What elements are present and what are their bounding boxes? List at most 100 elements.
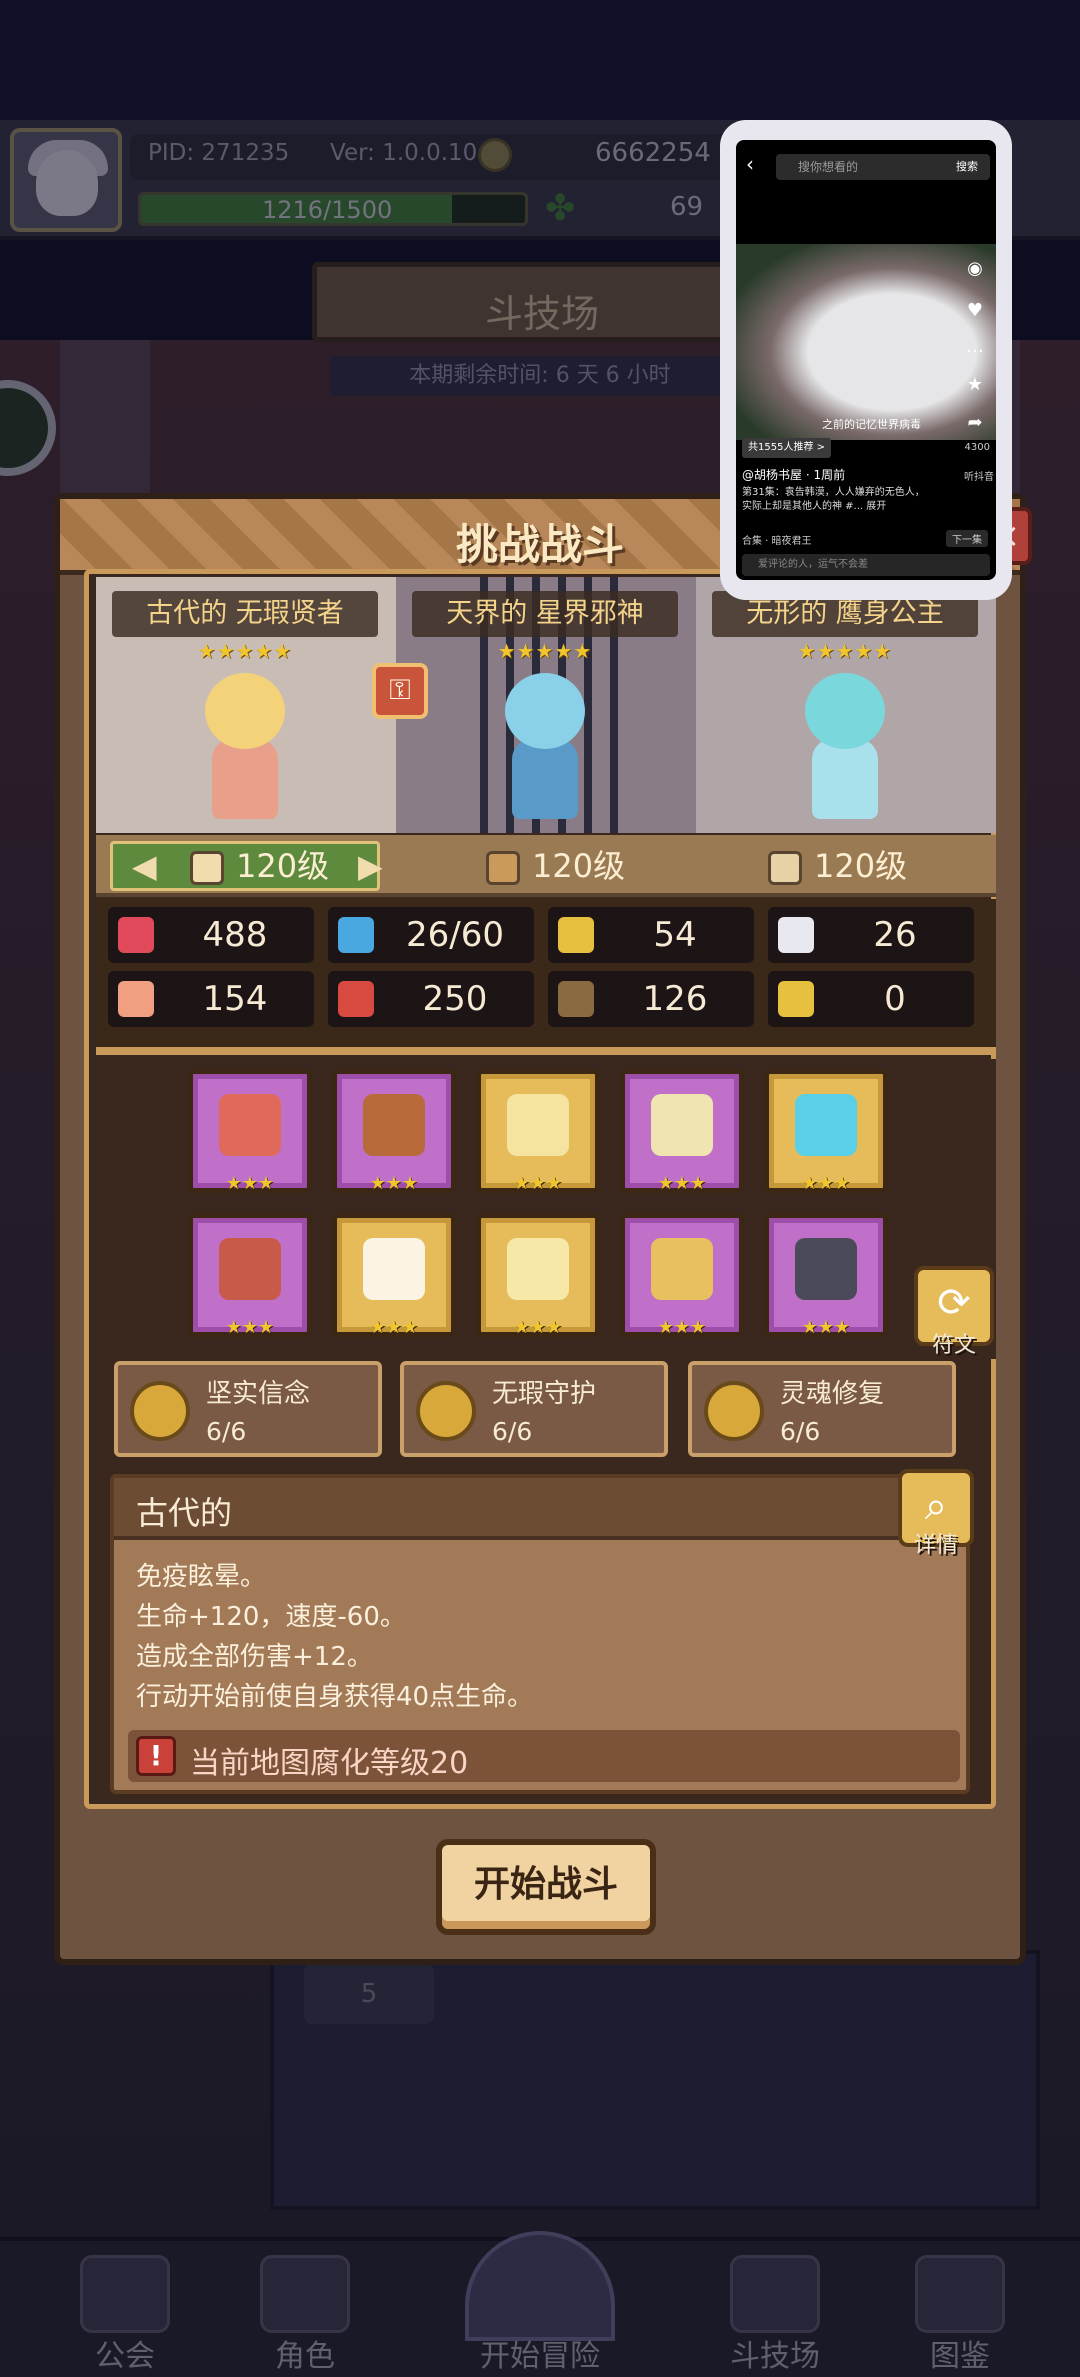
wings-icon [363,1238,425,1300]
skill-slot[interactable]: 灵魂修复 6/6 [688,1361,956,1457]
equipment-slot[interactable]: ★★★ [332,1213,456,1338]
unit-name: 天界的 星界邪神 [412,591,678,637]
trait-line: 造成全部伤害+12。 [136,1642,373,1672]
helmet-icon [651,1094,713,1156]
lock-icon[interactable]: ⚿ [372,663,428,719]
start-battle-button[interactable]: 开始战斗 [436,1839,656,1935]
trait-description-box: 古代的 免疫眩晕。 生命+120，速度-60。 造成全部伤害+12。 行动开始前… [110,1474,970,1794]
skill-coin-icon [130,1381,190,1441]
skill-count: 6/6 [206,1417,247,1446]
video-frame[interactable] [736,244,996,440]
unit-stars: ★★★★★ [797,639,893,663]
equipment-slot[interactable]: ★★★ [476,1213,600,1338]
skill-coin-icon [704,1381,764,1441]
fist-icon [118,981,154,1017]
equipment-slot[interactable]: ★★★ [188,1069,312,1194]
skill-name: 无瑕守护 [492,1379,597,1409]
enemy-unit[interactable]: 无形的 鹰身公主 ★★★★★ [702,577,988,833]
search-button[interactable]: 搜索 [956,154,978,180]
floating-video-window[interactable]: ‹ 搜你想看的 搜索 之前的记忆世界病毒 ◉ ♥ … ★ ➦ 4300 听抖音 … [720,120,1012,600]
video-description: 第31集：袁告韩漠，人人嫌弃的无色人，实际上却是其他人的神 #... 展开 [742,487,925,512]
stat-value: 26/60 [406,915,504,955]
unit-level: 120级 [768,835,907,897]
level-row: ◀ 120级 ▶ 120级 120级 [96,835,996,897]
trait-line: 生命+120，速度-60。 [136,1602,406,1632]
stat-value: 250 [422,979,488,1019]
equipment-slot[interactable]: ★★★ [764,1069,888,1194]
video-collection[interactable]: 合集 · 暗夜君王 [742,532,812,547]
scroll-item-icon [507,1238,569,1300]
scroll-icon [558,981,594,1017]
wing-icon [778,917,814,953]
share-icon[interactable]: ➦ [960,412,990,433]
sprite-head [505,673,585,749]
creator-avatar-icon[interactable]: ◉ [960,258,990,279]
stat-value: 26 [873,915,917,955]
water-drop-icon [338,917,374,953]
skill-count: 6/6 [780,1417,821,1446]
stat-value: 0 [884,979,906,1019]
enemy-unit[interactable]: 天界的 星界邪神 ★★★★★ [402,577,688,833]
listen-label[interactable]: 听抖音 [964,468,994,483]
skill-slot[interactable]: 坚实信念 6/6 [114,1361,382,1457]
sprite-body [812,739,878,819]
skill-count: 6/6 [492,1417,533,1446]
unit-level-text: 120级 [532,847,626,885]
stat-resist: 126 [548,971,754,1027]
stat-value: 488 [202,915,268,955]
stat-mana: 26/60 [328,907,534,963]
left-arrow-icon[interactable]: ◀ [132,835,157,897]
heart-icon [118,917,154,953]
item-stars: ★★★ [657,1317,707,1338]
star-deity-sprite [490,673,600,823]
corruption-warning: ! 当前地图腐化等级20 [128,1730,960,1782]
sprite-body [512,739,578,819]
stat-defense: 54 [548,907,754,963]
back-arrow-icon[interactable]: ‹ [746,152,754,176]
unit-stars: ★★★★★ [497,639,593,663]
recommend-tag[interactable]: 共1555人推荐 > [742,438,832,458]
equipment-grid: ★★★ ★★★ ★★★ ★★★ ★★★ ★★★ ★★★ ★★★ ★★★ ★★★ [96,1059,996,1359]
equipment-slot[interactable]: ★★★ [476,1069,600,1194]
like-icon[interactable]: ♥ [960,300,990,321]
item-stars: ★★★ [513,1173,563,1194]
video-player[interactable]: ‹ 搜你想看的 搜索 之前的记忆世界病毒 ◉ ♥ … ★ ➦ 4300 听抖音 … [736,140,996,580]
section-divider [96,1047,996,1055]
enemy-unit[interactable]: 古代的 无瑕贤者 ★★★★★ [102,577,388,833]
item-stars: ★★★ [225,1317,275,1338]
item-stars: ★★★ [369,1173,419,1194]
video-author[interactable]: @胡杨书屋 · 1周前 [742,466,845,483]
next-episode-button[interactable]: 下一集 [946,530,988,547]
slash-icon [768,851,802,885]
stat-attack: 154 [108,971,314,1027]
beast-helm-icon [219,1238,281,1300]
equipment-slot[interactable]: ★★★ [764,1213,888,1338]
stat-magic: 250 [328,971,534,1027]
equipment-slot[interactable]: ★★★ [620,1213,744,1338]
search-placeholder: 搜你想看的 [798,160,859,174]
magnifier-icon: ⌕ [924,1483,948,1529]
sprite-head [805,673,885,749]
horseshoe-icon [778,981,814,1017]
item-stars: ★★★ [657,1173,707,1194]
stat-speed: 26 [768,907,974,963]
video-search-input[interactable]: 搜你想看的 搜索 [776,154,990,180]
skill-slot[interactable]: 无瑕守护 6/6 [400,1361,668,1457]
harpy-princess-sprite [790,673,900,823]
unit-level: 120级 [190,835,329,897]
trait-line: 行动开始前使自身获得40点生命。 [136,1682,534,1712]
comment-icon[interactable]: … [960,336,990,357]
equipment-slot[interactable]: ★★★ [188,1213,312,1338]
bracelet-icon [651,1238,713,1300]
right-arrow-icon[interactable]: ▶ [358,835,383,897]
shield-emblem-icon [363,1094,425,1156]
stat-luck: 0 [768,971,974,1027]
equipment-slot[interactable]: ★★★ [332,1069,456,1194]
warning-text: 当前地图腐化等级20 [190,1746,469,1781]
swap-icon: ⟳ [937,1280,971,1326]
favorite-icon[interactable]: ★ [960,374,990,395]
equipment-slot[interactable]: ★★★ [620,1069,744,1194]
sprite-body [212,739,278,819]
boots-icon [795,1238,857,1300]
comment-input[interactable]: 爱评论的人，运气不会差 [742,554,990,576]
